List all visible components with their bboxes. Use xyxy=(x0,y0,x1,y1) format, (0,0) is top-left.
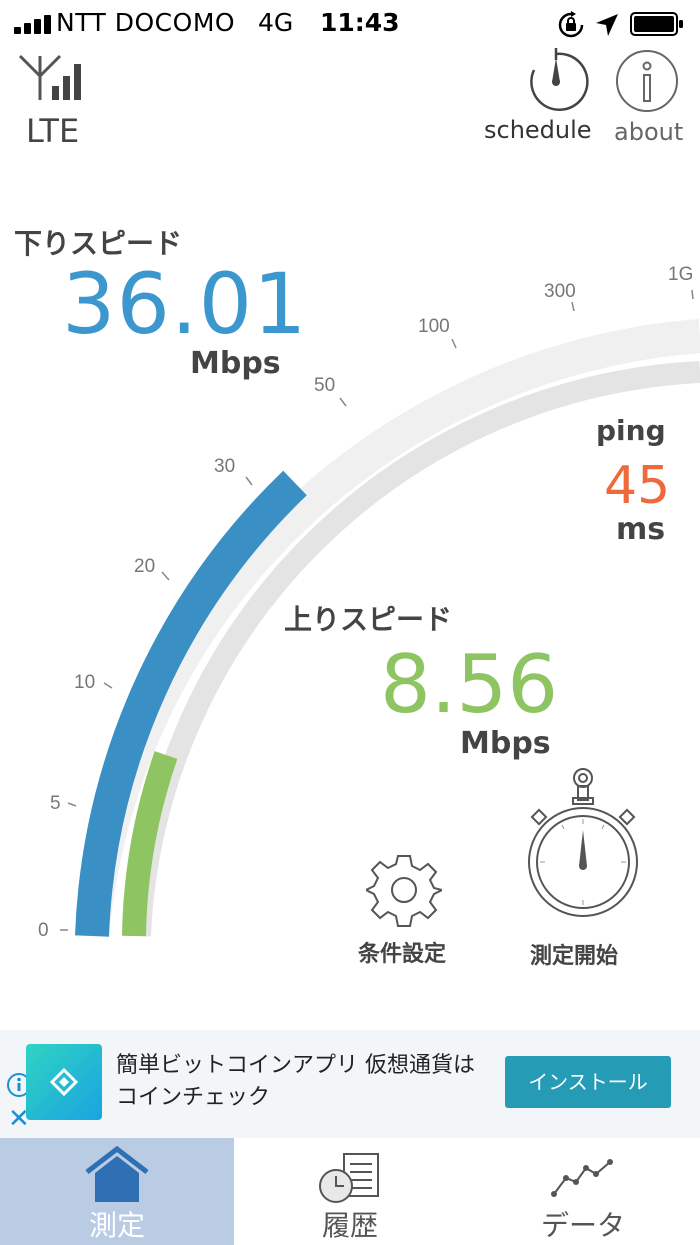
tick-mark xyxy=(451,338,457,349)
tab-bar: 測定 履歴 データ xyxy=(0,1138,700,1245)
gear-icon xyxy=(366,855,442,927)
start-test-button[interactable]: 測定開始 xyxy=(520,766,644,972)
tick-mark xyxy=(67,802,77,807)
tick-mark xyxy=(245,476,253,486)
gauge-tick-label: 20 xyxy=(134,556,155,577)
tick-mark xyxy=(571,301,575,312)
gauge-tick-label: 5 xyxy=(50,793,61,814)
gauge-tick-label: 1G xyxy=(668,264,693,285)
tick-mark xyxy=(339,397,347,407)
tick-mark xyxy=(103,682,113,689)
tab-measure-label: 測定 xyxy=(88,1209,145,1242)
gauge-tick-label: 100 xyxy=(418,316,450,337)
gauge-tick-label: 10 xyxy=(74,672,95,693)
ad-text[interactable]: 簡単ビットコインアプリ 仮想通貨はコインチェック xyxy=(116,1050,496,1114)
install-button[interactable]: インストール xyxy=(505,1056,671,1108)
upload-label: 上りスピード xyxy=(284,603,453,636)
ad-app-icon[interactable] xyxy=(26,1044,102,1120)
tick-mark xyxy=(161,571,170,581)
stopwatch-icon xyxy=(528,768,638,917)
ping-value: 45 xyxy=(604,456,671,516)
tab-measure[interactable]: 測定 xyxy=(0,1138,234,1245)
ping-unit: ms xyxy=(616,512,666,547)
tick-mark xyxy=(691,289,694,300)
download-unit: Mbps xyxy=(190,346,281,381)
gauge-tick-label: 50 xyxy=(314,375,335,396)
history-document-icon xyxy=(319,1153,379,1203)
tab-history[interactable]: 履歴 xyxy=(234,1138,466,1245)
tab-data-label: データ xyxy=(540,1209,625,1242)
tab-history-label: 履歴 xyxy=(321,1209,378,1242)
settings-label: 条件設定 xyxy=(358,942,447,967)
upload-speed-value: 8.56 xyxy=(380,638,559,731)
gauge-tick-label: 0 xyxy=(38,920,49,941)
ping-label: ping xyxy=(596,414,666,447)
start-test-label: 測定開始 xyxy=(530,944,619,969)
data-line-chart-icon xyxy=(551,1159,613,1197)
coincheck-logo-icon xyxy=(49,1067,79,1097)
upload-unit: Mbps xyxy=(460,726,551,761)
gauge-tick-label: 300 xyxy=(544,281,576,302)
ad-banner[interactable]: ✕ 簡単ビットコインアプリ 仮想通貨はコインチェック インストール xyxy=(0,1030,700,1138)
home-icon xyxy=(85,1146,149,1202)
tab-data[interactable]: データ xyxy=(466,1138,700,1245)
download-speed-value: 36.01 xyxy=(62,255,308,353)
settings-button[interactable]: 条件設定 xyxy=(350,848,462,972)
gauge-tick-label: 30 xyxy=(214,456,235,477)
